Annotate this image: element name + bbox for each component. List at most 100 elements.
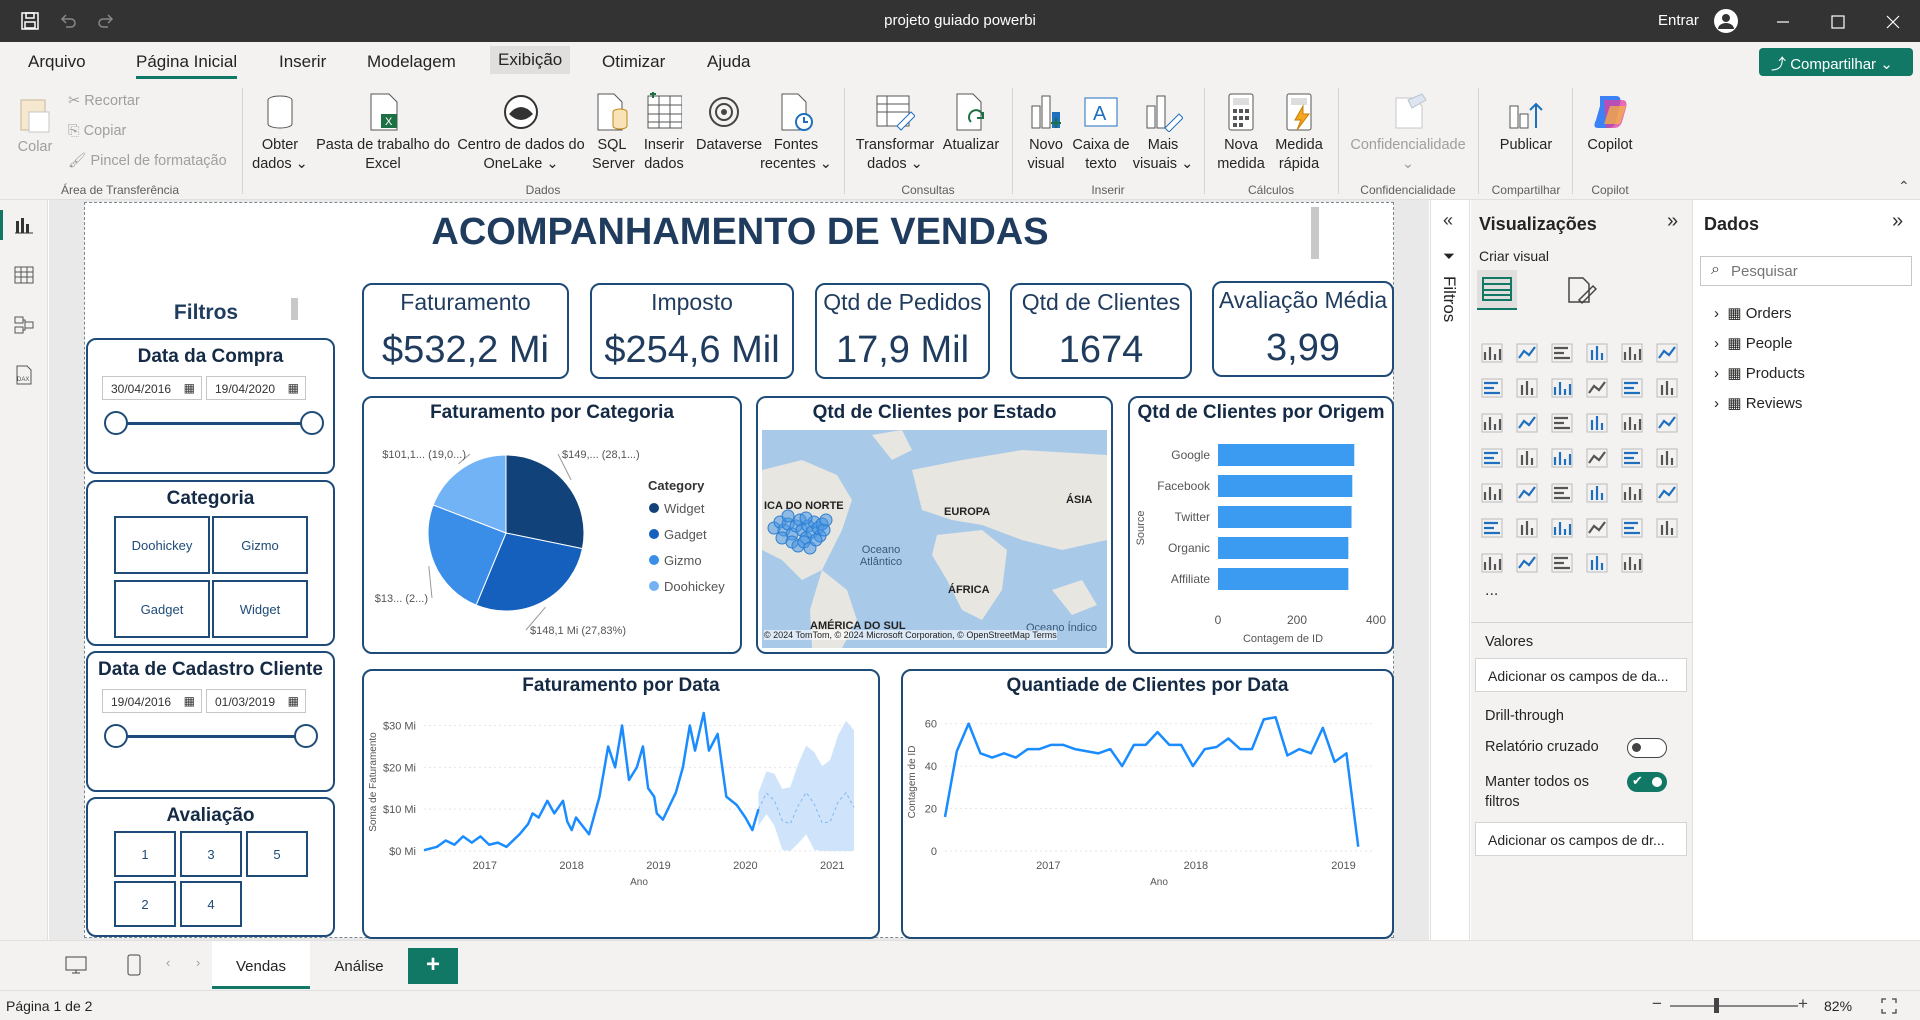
format-visual-icon[interactable] <box>1565 274 1597 306</box>
kpi-imposto[interactable]: Imposto $254,6 Mil <box>590 283 794 379</box>
report-view-icon[interactable] <box>14 215 34 235</box>
python-icon[interactable] <box>1479 515 1505 541</box>
stacked-area-icon[interactable] <box>1549 375 1575 401</box>
chip-rating-2[interactable]: 2 <box>114 881 176 927</box>
zoom-slider-handle[interactable] <box>1714 998 1719 1013</box>
slider-start-handle[interactable] <box>104 724 128 748</box>
calendar-icon[interactable]: ▦ <box>184 694 195 708</box>
dataverse-button[interactable]: Dataverse <box>696 92 762 155</box>
close-icon[interactable] <box>1885 14 1901 30</box>
page-tab-vendas[interactable]: Vendas <box>212 941 310 989</box>
slicer-icon[interactable] <box>1549 480 1575 506</box>
maximize-icon[interactable] <box>1830 14 1846 30</box>
get-data-button[interactable]: Obter dados ⌄ <box>250 92 310 174</box>
enter-data-button[interactable]: Inserir dados <box>640 92 688 174</box>
gauge-icon[interactable] <box>1619 445 1645 471</box>
area-chart-icon[interactable] <box>1514 375 1540 401</box>
table-visual-icon[interactable] <box>1584 480 1610 506</box>
text-box-button[interactable]: A Caixa de texto <box>1070 92 1132 174</box>
new-measure-button[interactable]: Nova medida <box>1212 92 1270 174</box>
zoom-in-icon[interactable]: + <box>1798 994 1808 1014</box>
values-field-well[interactable]: Adicionar os campos de da... <box>1475 658 1687 692</box>
calendar-icon[interactable]: ▦ <box>288 694 299 708</box>
keep-filters-toggle[interactable]: ✔ <box>1627 772 1667 792</box>
table-products[interactable]: › ▦ Products <box>1714 364 1805 382</box>
tab-arquivo[interactable]: Arquivo <box>28 52 86 72</box>
line-column-icon[interactable] <box>1619 375 1645 401</box>
power-apps-icon[interactable] <box>1584 550 1610 576</box>
paginated-report-icon[interactable] <box>1479 550 1505 576</box>
area-100-icon[interactable] <box>1584 375 1610 401</box>
new-card-icon[interactable] <box>1514 550 1540 576</box>
search-box[interactable]: ⌕ <box>1700 256 1912 286</box>
cross-report-toggle[interactable] <box>1627 738 1667 758</box>
calendar-icon[interactable]: ▦ <box>288 381 299 395</box>
map-card[interactable]: Qtd de Clientes por Estado ICA DO NORTE … <box>756 396 1113 654</box>
more-visuals-ellipsis[interactable]: ... <box>1485 582 1498 600</box>
line-card-customers[interactable]: Quantiade de Clientes por Data 0 20 40 60 20… <box>901 669 1394 939</box>
button-slicer-icon[interactable] <box>1549 550 1575 576</box>
next-page-icon[interactable]: › <box>196 955 200 970</box>
bar-card[interactable]: Qtd de Clientes por Origem Google Faceboo… <box>1128 396 1394 654</box>
excel-button[interactable]: X Pasta de trabalho do Excel <box>314 92 452 174</box>
line-chart-icon[interactable] <box>1479 375 1505 401</box>
recent-sources-button[interactable]: Fontes recentes ⌄ <box>758 92 834 174</box>
quick-measure-button[interactable]: Medida rápida <box>1270 92 1328 174</box>
chip-gizmo[interactable]: Gizmo <box>212 516 308 574</box>
more-visuals-button[interactable]: Mais visuais ⌄ <box>1132 92 1194 174</box>
sensitivity-button[interactable]: Confidencialidade ⌄ <box>1346 92 1470 174</box>
zoom-slider[interactable] <box>1670 1005 1798 1007</box>
scatter-icon[interactable] <box>1584 410 1610 436</box>
chip-widget[interactable]: Widget <box>212 580 308 638</box>
collapse-icon[interactable]: » <box>1892 210 1903 233</box>
date-to-input[interactable]: 19/04/2020 ▦ <box>206 376 306 400</box>
signin-link[interactable]: Entrar <box>1658 12 1699 29</box>
model-view-icon[interactable] <box>14 315 34 335</box>
chip-rating-1[interactable]: 1 <box>114 831 176 877</box>
share-button[interactable]: ⤴ Compartilhar ⌄ <box>1759 48 1913 76</box>
pie-card[interactable]: Faturamento por Categoria $149,... (28,1… <box>362 396 742 654</box>
filled-map-icon[interactable] <box>1549 445 1575 471</box>
map-icon[interactable] <box>1514 445 1540 471</box>
chip-rating-5[interactable]: 5 <box>246 831 308 877</box>
chip-rating-4[interactable]: 4 <box>180 881 242 927</box>
publish-button[interactable]: Publicar <box>1490 92 1562 155</box>
chip-doohickey[interactable]: Doohickey <box>114 516 210 574</box>
table-reviews[interactable]: › ▦ Reviews <box>1714 394 1802 412</box>
100-bar-icon[interactable] <box>1619 340 1645 366</box>
fit-to-page-icon[interactable] <box>1880 997 1898 1015</box>
chip-rating-3[interactable]: 3 <box>180 831 242 877</box>
card-icon[interactable] <box>1654 445 1680 471</box>
goals-icon[interactable] <box>1654 515 1680 541</box>
user-avatar-icon[interactable] <box>1713 8 1739 34</box>
slider-end-handle[interactable] <box>300 411 324 435</box>
kpi-pedidos[interactable]: Qtd de Pedidos 17,9 Mil <box>815 283 990 379</box>
ribbon-chart-icon[interactable] <box>1479 410 1505 436</box>
transform-data-button[interactable]: Transformar dados ⌄ <box>852 92 938 174</box>
table-orders[interactable]: › ▦ Orders <box>1714 304 1792 322</box>
prev-page-icon[interactable]: ‹ <box>166 955 170 970</box>
tab-ajuda[interactable]: Ajuda <box>707 52 750 72</box>
narrative-icon[interactable] <box>1619 515 1645 541</box>
tab-exibicao[interactable]: Exibição <box>490 46 571 74</box>
100-column-icon[interactable] <box>1654 340 1680 366</box>
add-page-button[interactable]: + <box>408 948 458 984</box>
donut-icon[interactable] <box>1654 410 1680 436</box>
pie-icon[interactable] <box>1619 410 1645 436</box>
copy-button[interactable]: ⎘ Copiar <box>68 122 126 141</box>
desktop-layout-icon[interactable] <box>64 955 88 975</box>
drill-field-well[interactable]: Adicionar os campos de dr... <box>1475 822 1687 856</box>
kpi-faturamento[interactable]: Faturamento $532,2 Mi <box>362 283 569 379</box>
tab-modelagem[interactable]: Modelagem <box>367 52 456 72</box>
cut-button[interactable]: ✂ Recortar <box>68 92 140 111</box>
tab-inserir[interactable]: Inserir <box>279 52 326 72</box>
funnel-icon[interactable] <box>1549 410 1575 436</box>
onelake-button[interactable]: Centro de dados do OneLake ⌄ <box>454 92 588 174</box>
refresh-button[interactable]: Atualizar <box>938 92 1004 155</box>
mobile-layout-icon[interactable] <box>126 953 142 977</box>
table-people[interactable]: › ▦ People <box>1714 334 1792 352</box>
table-view-icon[interactable] <box>14 265 34 285</box>
dax-query-icon[interactable]: DAX <box>14 365 34 385</box>
kpi-avaliacao[interactable]: Avaliação Média 3,99 <box>1212 281 1394 377</box>
filters-pane[interactable]: « ⏷ Filtros <box>1430 200 1470 940</box>
